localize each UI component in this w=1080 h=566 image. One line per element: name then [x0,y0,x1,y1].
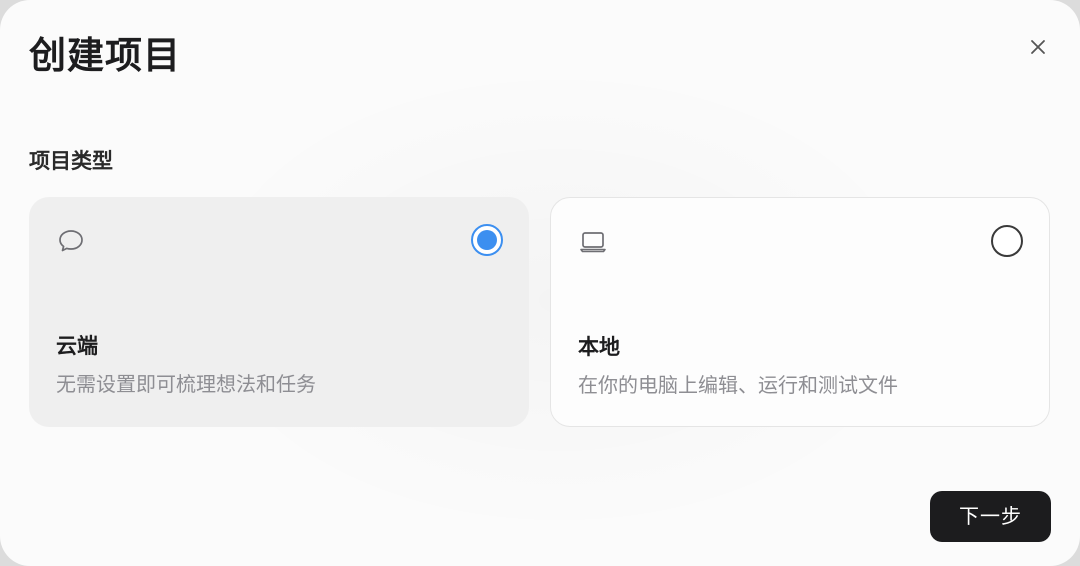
next-step-button[interactable]: 下一步 [930,491,1051,542]
laptop-icon [580,232,606,253]
radio-local[interactable] [991,225,1023,257]
create-project-dialog: 创建项目 项目类型 云端 无需设置即可梳理想法和任务 本地 在你的电脑上编辑、运… [0,0,1080,566]
close-icon [1031,40,1045,54]
chat-bubble-icon [59,230,83,252]
radio-cloud-selected[interactable] [471,224,503,256]
option-description-local: 在你的电脑上编辑、运行和测试文件 [578,373,898,397]
option-description-cloud: 无需设置即可梳理想法和任务 [56,372,316,396]
project-type-label: 项目类型 [29,149,113,173]
dialog-title: 创建项目 [29,34,181,77]
option-card-local[interactable]: 本地 在你的电脑上编辑、运行和测试文件 [550,197,1050,427]
close-button[interactable] [1024,33,1052,61]
option-card-cloud[interactable]: 云端 无需设置即可梳理想法和任务 [29,197,529,427]
option-title-cloud: 云端 [56,334,98,358]
option-title-local: 本地 [578,335,620,359]
